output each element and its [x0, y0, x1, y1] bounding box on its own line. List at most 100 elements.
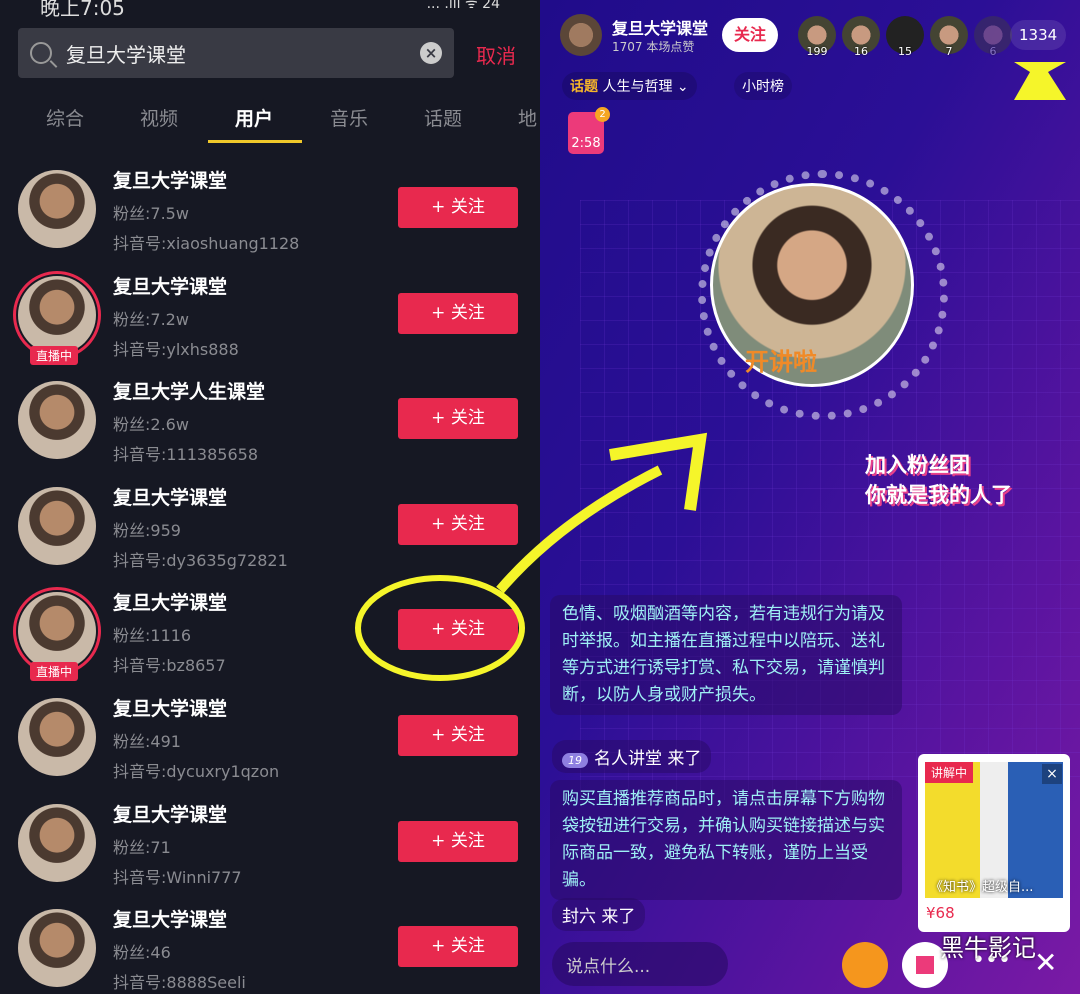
- user-avatar[interactable]: [18, 698, 96, 776]
- follow-button[interactable]: + 关注: [398, 820, 518, 862]
- user-name[interactable]: 复旦大学人生课堂: [113, 377, 265, 404]
- red-packet-timer: 2:58: [571, 136, 601, 151]
- user-fans: 粉丝:7.2w: [113, 309, 189, 329]
- viewer-avatar[interactable]: 15: [886, 16, 924, 58]
- system-notice: 色情、吸烟酗酒等内容，若有违规行为请及时举报。如主播在直播过程中以陪玩、送礼等方…: [550, 595, 902, 715]
- product-price: ¥68: [926, 904, 955, 922]
- clear-icon[interactable]: ×: [420, 42, 442, 64]
- follow-button[interactable]: + 关注: [398, 292, 518, 334]
- tab-places[interactable]: 地: [518, 104, 537, 131]
- comment-input[interactable]: 说点什么...: [552, 942, 728, 986]
- viewer-avatar[interactable]: 16: [842, 16, 880, 58]
- product-card[interactable]: 讲解中 × 《知书》超级自... ¥68: [918, 754, 1070, 932]
- user-result-row[interactable]: 复旦大学人生课堂 粉丝:2.6w 抖音号:111385658 + 关注: [0, 361, 540, 466]
- status-time: 晚上7:05: [40, 0, 125, 20]
- search-query[interactable]: 复旦大学课堂: [66, 39, 186, 68]
- follow-button[interactable]: + 关注: [398, 503, 518, 545]
- follow-button[interactable]: + 关注: [398, 398, 518, 440]
- user-fans: 粉丝:1116: [113, 626, 192, 646]
- search-input[interactable]: 复旦大学课堂 ×: [18, 28, 454, 78]
- user-result-row[interactable]: 复旦大学课堂 粉丝:491 抖音号:dycuxry1qzon + 关注: [0, 678, 540, 783]
- user-douyin-id: 抖音号:dy3635g72821: [113, 550, 288, 570]
- user-fans: 粉丝:491: [113, 732, 181, 751]
- user-result-row[interactable]: 直播中 复旦大学课堂 粉丝:1116 抖音号:bz8657 + 关注: [0, 572, 540, 682]
- user-name[interactable]: 复旦大学课堂: [113, 272, 227, 299]
- user-avatar[interactable]: [13, 270, 101, 359]
- host-avatar[interactable]: [560, 14, 602, 56]
- viewer-count[interactable]: 1334: [1010, 20, 1067, 50]
- user-name[interactable]: 复旦大学课堂: [113, 166, 227, 193]
- follow-button[interactable]: + 关注: [398, 609, 518, 651]
- follow-host-button[interactable]: 关注: [722, 18, 778, 52]
- tab-music[interactable]: 音乐: [330, 104, 368, 131]
- user-douyin-id: 抖音号:8888Seeli: [113, 973, 246, 993]
- shopping-bag-button[interactable]: [842, 942, 888, 988]
- topic-chip[interactable]: 话题 人生与哲理 ⌄: [562, 72, 697, 100]
- user-name[interactable]: 复旦大学课堂: [113, 483, 227, 510]
- user-result-row[interactable]: 复旦大学课堂 粉丝:71 抖音号:Winni777 + 关注: [0, 784, 540, 889]
- tab-users[interactable]: 用户: [235, 104, 273, 131]
- user-avatar[interactable]: [18, 803, 96, 882]
- user-avatar[interactable]: [18, 486, 96, 565]
- follow-button[interactable]: + 关注: [398, 715, 518, 756]
- level-badge: 19: [562, 753, 588, 768]
- chat-message: 19 名人讲堂 来了: [552, 740, 712, 773]
- viewer-score: 6: [989, 45, 997, 58]
- viewer-avatar[interactable]: 199: [798, 16, 836, 58]
- search-results-panel: 晚上7:05 ... .ıll ᯤ 24 复旦大学课堂 × 取消 综合 视频 用…: [0, 0, 540, 994]
- user-douyin-id: 抖音号:xiaoshuang1128: [113, 234, 300, 253]
- status-icons: ... .ıll ᯤ 24: [426, 0, 500, 12]
- hourly-rank-button[interactable]: 小时榜: [734, 72, 792, 100]
- chat-text: 名人讲堂 来了: [594, 749, 702, 769]
- user-douyin-id: 抖音号:111385658: [113, 445, 259, 465]
- viewer-avatar[interactable]: 7: [930, 16, 968, 58]
- user-avatar[interactable]: [13, 587, 101, 676]
- follow-button[interactable]: + 关注: [398, 187, 518, 228]
- user-avatar[interactable]: [18, 381, 96, 460]
- user-result-row[interactable]: 复旦大学课堂 粉丝:46 抖音号:8888Seeli + 关注: [0, 889, 540, 994]
- purchase-notice: 购买直播推荐商品时，请点击屏幕下方购物袋按钮进行交易，并确认购买链接描述与实际商…: [550, 780, 902, 900]
- tab-topics[interactable]: 话题: [424, 104, 462, 131]
- tab-bar: 综合 视频 用户 音乐 话题 地: [0, 104, 540, 144]
- close-icon[interactable]: ×: [1042, 764, 1062, 784]
- product-name: 《知书》超级自...: [930, 880, 1034, 895]
- viewer-score: 199: [806, 45, 828, 58]
- user-fans: 粉丝:7.5w: [113, 204, 189, 223]
- user-name[interactable]: 复旦大学课堂: [113, 905, 227, 932]
- user-name[interactable]: 复旦大学课堂: [113, 800, 227, 827]
- fan-club-banner[interactable]: 加入粉丝团 你就是我的人了: [865, 450, 1012, 510]
- host-name[interactable]: 复旦大学课堂: [612, 15, 708, 39]
- fan-club-line: 你就是我的人了: [865, 483, 1012, 507]
- user-douyin-id: 抖音号:dycuxry1qzon: [113, 762, 280, 781]
- user-fans: 粉丝:959: [113, 520, 181, 540]
- follow-button[interactable]: + 关注: [398, 926, 518, 968]
- user-name[interactable]: 复旦大学课堂: [113, 694, 227, 721]
- user-result-row[interactable]: 直播中 复旦大学课堂 粉丝:7.2w 抖音号:ylxhs888 + 关注: [0, 256, 540, 365]
- close-icon[interactable]: ✕: [1034, 946, 1057, 979]
- red-packet-count: 2: [595, 107, 610, 122]
- user-name[interactable]: 复旦大学课堂: [113, 588, 227, 615]
- user-douyin-id: 抖音号:bz8657: [113, 656, 226, 676]
- search-icon: [30, 42, 52, 64]
- tab-videos[interactable]: 视频: [140, 104, 178, 131]
- user-avatar[interactable]: [18, 909, 96, 988]
- active-tab-underline: [208, 140, 302, 143]
- like-count: 1707 本场点赞: [612, 40, 695, 54]
- tab-all[interactable]: 综合: [46, 104, 84, 131]
- viewer-score: 15: [898, 45, 912, 58]
- viewer-score: 16: [854, 45, 868, 58]
- topic-name: 人生与哲理 ⌄: [602, 79, 689, 95]
- red-packet[interactable]: 2 2:58: [568, 107, 610, 154]
- disc-caption: 开讲啦: [745, 348, 817, 376]
- explaining-badge: 讲解中: [925, 762, 974, 783]
- viewer-avatar[interactable]: 6: [974, 16, 1012, 58]
- cancel-button[interactable]: 取消: [476, 40, 516, 69]
- viewer-score: 7: [945, 45, 953, 58]
- user-fans: 粉丝:46: [113, 943, 171, 963]
- user-fans: 粉丝:2.6w: [113, 415, 189, 435]
- user-result-row[interactable]: 复旦大学课堂 粉丝:959 抖音号:dy3635g72821 + 关注: [0, 467, 540, 572]
- user-douyin-id: 抖音号:Winni777: [113, 867, 242, 887]
- user-result-row[interactable]: 复旦大学课堂 粉丝:7.5w 抖音号:xiaoshuang1128 + 关注: [0, 150, 540, 255]
- chat-message: 封六 来了: [552, 898, 646, 931]
- user-avatar[interactable]: [18, 170, 96, 248]
